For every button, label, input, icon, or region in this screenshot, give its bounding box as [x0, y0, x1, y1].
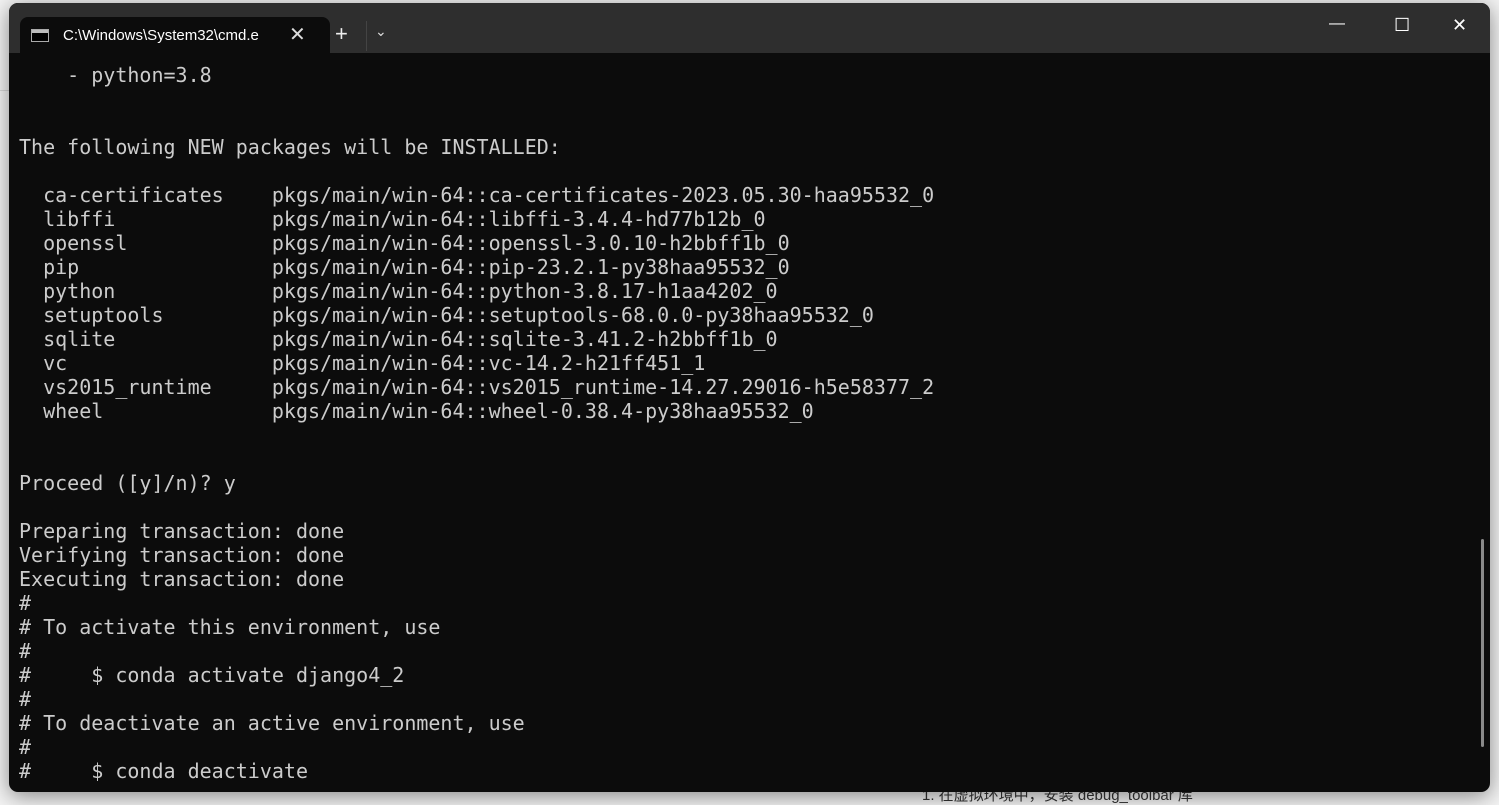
background-divider: [0, 90, 9, 91]
new-tab-button[interactable]: +: [335, 21, 348, 47]
scrollbar[interactable]: [1481, 539, 1484, 747]
terminal-line: # $ conda deactivate: [19, 759, 308, 783]
terminal-line: # $ conda activate django4_2: [19, 663, 405, 687]
terminal-line: Executing transaction: done: [19, 567, 345, 591]
terminal-window: C:\Windows\System32\cmd.e ✕ + ⌄ — ☐ ✕ - …: [9, 3, 1490, 792]
terminal-line: sqlite pkgs/main/win-64::sqlite-3.41.2-h…: [19, 327, 778, 351]
cmd-icon: [31, 28, 49, 42]
terminal-line: libffi pkgs/main/win-64::libffi-3.4.4-hd…: [19, 207, 766, 231]
terminal-line: vs2015_runtime pkgs/main/win-64::vs2015_…: [19, 375, 935, 399]
terminal-output[interactable]: - python=3.8 The following NEW packages w…: [19, 63, 934, 783]
terminal-line: vc pkgs/main/win-64::vc-14.2-h21ff451_1: [19, 351, 706, 375]
terminal-line: Verifying transaction: done: [19, 543, 345, 567]
terminal-line: #: [19, 687, 32, 711]
terminal-line: #: [19, 591, 32, 615]
tab-bar: C:\Windows\System32\cmd.e ✕ + ⌄ — ☐ ✕: [9, 3, 1490, 53]
tab-cmd[interactable]: C:\Windows\System32\cmd.e ✕: [20, 17, 330, 53]
terminal-line: - python=3.8: [19, 63, 212, 87]
terminal-line: Proceed ([y]/n)? y: [19, 471, 236, 495]
chevron-down-icon[interactable]: ⌄: [375, 23, 387, 40]
maximize-button[interactable]: ☐: [1394, 15, 1410, 36]
terminal-line: The following NEW packages will be INSTA…: [19, 135, 561, 159]
minimize-button[interactable]: —: [1329, 15, 1345, 33]
terminal-line: # To activate this environment, use: [19, 615, 441, 639]
terminal-line: wheel pkgs/main/win-64::wheel-0.38.4-py3…: [19, 399, 814, 423]
terminal-line: ca-certificates pkgs/main/win-64::ca-cer…: [19, 183, 935, 207]
tab-title: C:\Windows\System32\cmd.e: [63, 26, 259, 44]
terminal-line: python pkgs/main/win-64::python-3.8.17-h…: [19, 279, 778, 303]
terminal-line: setuptools pkgs/main/win-64::setuptools-…: [19, 303, 874, 327]
terminal-line: #: [19, 735, 32, 759]
close-button[interactable]: ✕: [1452, 15, 1467, 36]
terminal-line: # To deactivate an active environment, u…: [19, 711, 525, 735]
terminal-line: Preparing transaction: done: [19, 519, 345, 543]
terminal-line: pip pkgs/main/win-64::pip-23.2.1-py38haa…: [19, 255, 790, 279]
divider: [366, 21, 367, 51]
terminal-line: openssl pkgs/main/win-64::openssl-3.0.10…: [19, 231, 790, 255]
terminal-line: #: [19, 639, 32, 663]
tab-close-icon[interactable]: ✕: [289, 25, 306, 45]
